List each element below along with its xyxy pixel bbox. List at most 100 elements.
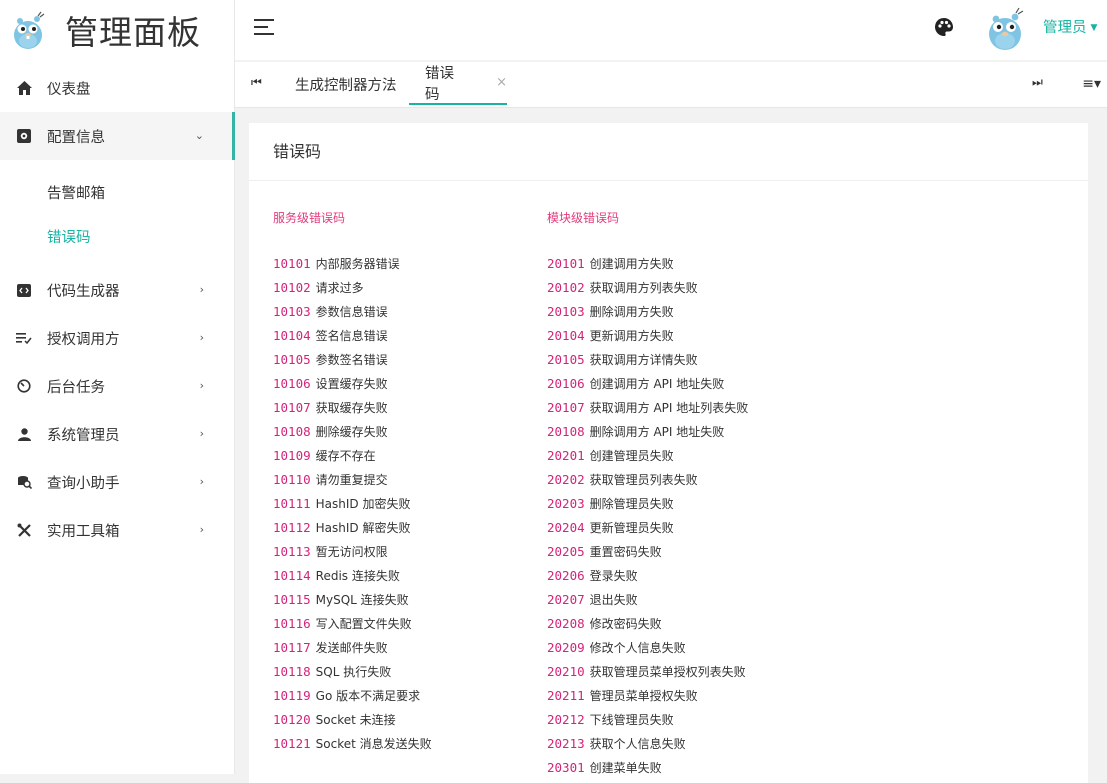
error-code: 10107: [273, 400, 311, 415]
menu-toggle-icon[interactable]: [254, 19, 274, 35]
avatar[interactable]: [985, 5, 1025, 51]
error-code-row: 10112 HashID 解密失败: [273, 516, 432, 540]
tab-generate-controller[interactable]: 生成控制器方法: [295, 62, 397, 107]
error-message: Redis 连接失败: [315, 569, 400, 583]
sidebar-item-label: 查询小助手: [47, 475, 120, 492]
error-message: 签名信息错误: [315, 329, 388, 343]
error-code: 20204: [547, 520, 585, 535]
error-message: 暂无访问权限: [315, 545, 388, 559]
tab-scroll-left-icon[interactable]: ⏮: [251, 75, 262, 90]
error-code: 20211: [547, 688, 585, 703]
chevron-right-icon: ›: [199, 427, 204, 440]
error-code: 10113: [273, 544, 311, 559]
chevron-right-icon: ›: [199, 331, 204, 344]
sidebar-item-tools[interactable]: 实用工具箱 ›: [0, 506, 234, 554]
sidebar-item-config[interactable]: 配置信息 ⌄: [0, 112, 235, 160]
sidebar-item-authorized[interactable]: 授权调用方 ›: [0, 314, 234, 362]
error-code-row: 20209 修改个人信息失败: [547, 636, 748, 660]
error-message: 更新管理员失败: [589, 521, 674, 535]
error-code-row: 10101 内部服务器错误: [273, 252, 432, 276]
sidebar-menu-rest: 代码生成器 › 授权调用方 › 后台任务 › 系统管理员 › 查询小助手 › 实…: [0, 266, 234, 554]
close-icon[interactable]: ×: [496, 75, 507, 90]
error-message: 更新调用方失败: [589, 329, 674, 343]
error-code: 20210: [547, 664, 585, 679]
tab-label: 生成控制器方法: [295, 78, 397, 94]
error-code: 10121: [273, 736, 311, 751]
error-code-row: 20301 创建菜单失败: [547, 756, 748, 780]
error-code: 10117: [273, 640, 311, 655]
error-code-row: 20201 创建管理员失败: [547, 444, 748, 468]
error-code-row: 10114 Redis 连接失败: [273, 564, 432, 588]
sidebar-item-label: 后台任务: [47, 379, 105, 396]
gopher-logo-icon: [14, 11, 45, 49]
tools-icon: [16, 522, 32, 538]
sidebar: 管理面板 仪表盘 配置信息 ⌄ 告警邮箱 错误码 代码生成器 › 授权调用方 ›…: [0, 0, 235, 774]
tab-bar: ⏮ 生成控制器方法 错误码 × ⏭ ≡▾: [235, 62, 1107, 108]
error-code: 20103: [547, 304, 585, 319]
error-code: 10119: [273, 688, 311, 703]
sidebar-menu: 仪表盘 配置信息 ⌄: [0, 64, 235, 160]
error-message: 删除调用方失败: [589, 305, 674, 319]
user-menu[interactable]: 管理员 ▼: [1043, 16, 1097, 37]
caret-down-icon: ▼: [1090, 23, 1098, 33]
error-message: 写入配置文件失败: [315, 617, 412, 631]
error-code: 10101: [273, 256, 311, 271]
settings-icon: [16, 128, 32, 144]
error-code-row: 20203 删除管理员失败: [547, 492, 748, 516]
sidebar-item-alert-email[interactable]: 告警邮箱: [0, 170, 234, 214]
sidebar-item-dashboard[interactable]: 仪表盘: [0, 64, 234, 112]
error-message: 创建菜单失败: [589, 761, 662, 775]
error-code-row: 10116 写入配置文件失败: [273, 612, 432, 636]
chevron-right-icon: ›: [199, 283, 204, 296]
tab-error-code[interactable]: 错误码 ×: [409, 62, 507, 105]
chevron-down-icon: ⌄: [194, 129, 204, 142]
error-code: 10110: [273, 472, 311, 487]
sidebar-item-error-code[interactable]: 错误码: [0, 214, 234, 258]
sidebar-item-admins[interactable]: 系统管理员 ›: [0, 410, 234, 458]
error-code-row: 10121 Socket 消息发送失败: [273, 732, 432, 756]
error-message: 发送邮件失败: [315, 641, 388, 655]
brand: 管理面板: [0, 0, 234, 60]
error-message: MySQL 连接失败: [315, 593, 409, 607]
error-code-row: 20210 获取管理员菜单授权列表失败: [547, 660, 748, 684]
error-message: 缓存不存在: [315, 449, 376, 463]
error-code-card: 错误码 服务级错误码 10101 内部服务器错误 10102 请求过多 10103 参数信…: [249, 123, 1088, 783]
error-code: 20213: [547, 736, 585, 751]
error-code: 20106: [547, 376, 585, 391]
error-code: 10102: [273, 280, 311, 295]
sidebar-item-codegen[interactable]: 代码生成器 ›: [0, 266, 234, 314]
error-code-row: 20105 获取调用方详情失败: [547, 348, 748, 372]
home-icon: [16, 80, 32, 96]
user-icon: [16, 426, 32, 442]
error-code: 20202: [547, 472, 585, 487]
error-code-row: 20206 登录失败: [547, 564, 748, 588]
error-message: 获取调用方列表失败: [589, 281, 698, 295]
error-message: HashID 解密失败: [315, 521, 411, 535]
error-code-row: 20104 更新调用方失败: [547, 324, 748, 348]
error-message: 获取管理员列表失败: [589, 473, 698, 487]
error-code-row: 20207 退出失败: [547, 588, 748, 612]
error-message: 修改密码失败: [589, 617, 662, 631]
error-code: 10115: [273, 592, 311, 607]
error-code: 20205: [547, 544, 585, 559]
sidebar-item-tasks[interactable]: 后台任务 ›: [0, 362, 234, 410]
error-code: 10108: [273, 424, 311, 439]
error-code-row: 10107 获取缓存失败: [273, 396, 432, 420]
sidebar-item-label: 仪表盘: [47, 81, 91, 98]
error-code: 20301: [547, 760, 585, 775]
sidebar-item-query[interactable]: 查询小助手 ›: [0, 458, 234, 506]
tab-options-icon[interactable]: ≡▾: [1082, 76, 1101, 92]
error-code-row: 10113 暂无访问权限: [273, 540, 432, 564]
error-code-row: 10111 HashID 加密失败: [273, 492, 432, 516]
error-message: 删除缓存失败: [315, 425, 388, 439]
error-code: 20108: [547, 424, 585, 439]
tab-scroll-right-icon[interactable]: ⏭: [1032, 75, 1043, 90]
user-name: 管理员: [1043, 20, 1087, 36]
sidebar-submenu-config: 告警邮箱 错误码: [0, 160, 234, 266]
error-message: 请勿重复提交: [315, 473, 388, 487]
error-message: 参数签名错误: [315, 353, 388, 367]
error-message: 获取管理员菜单授权列表失败: [589, 665, 746, 679]
error-message: 请求过多: [315, 281, 364, 295]
card-title: 错误码: [249, 123, 1088, 181]
palette-icon[interactable]: [933, 16, 955, 38]
